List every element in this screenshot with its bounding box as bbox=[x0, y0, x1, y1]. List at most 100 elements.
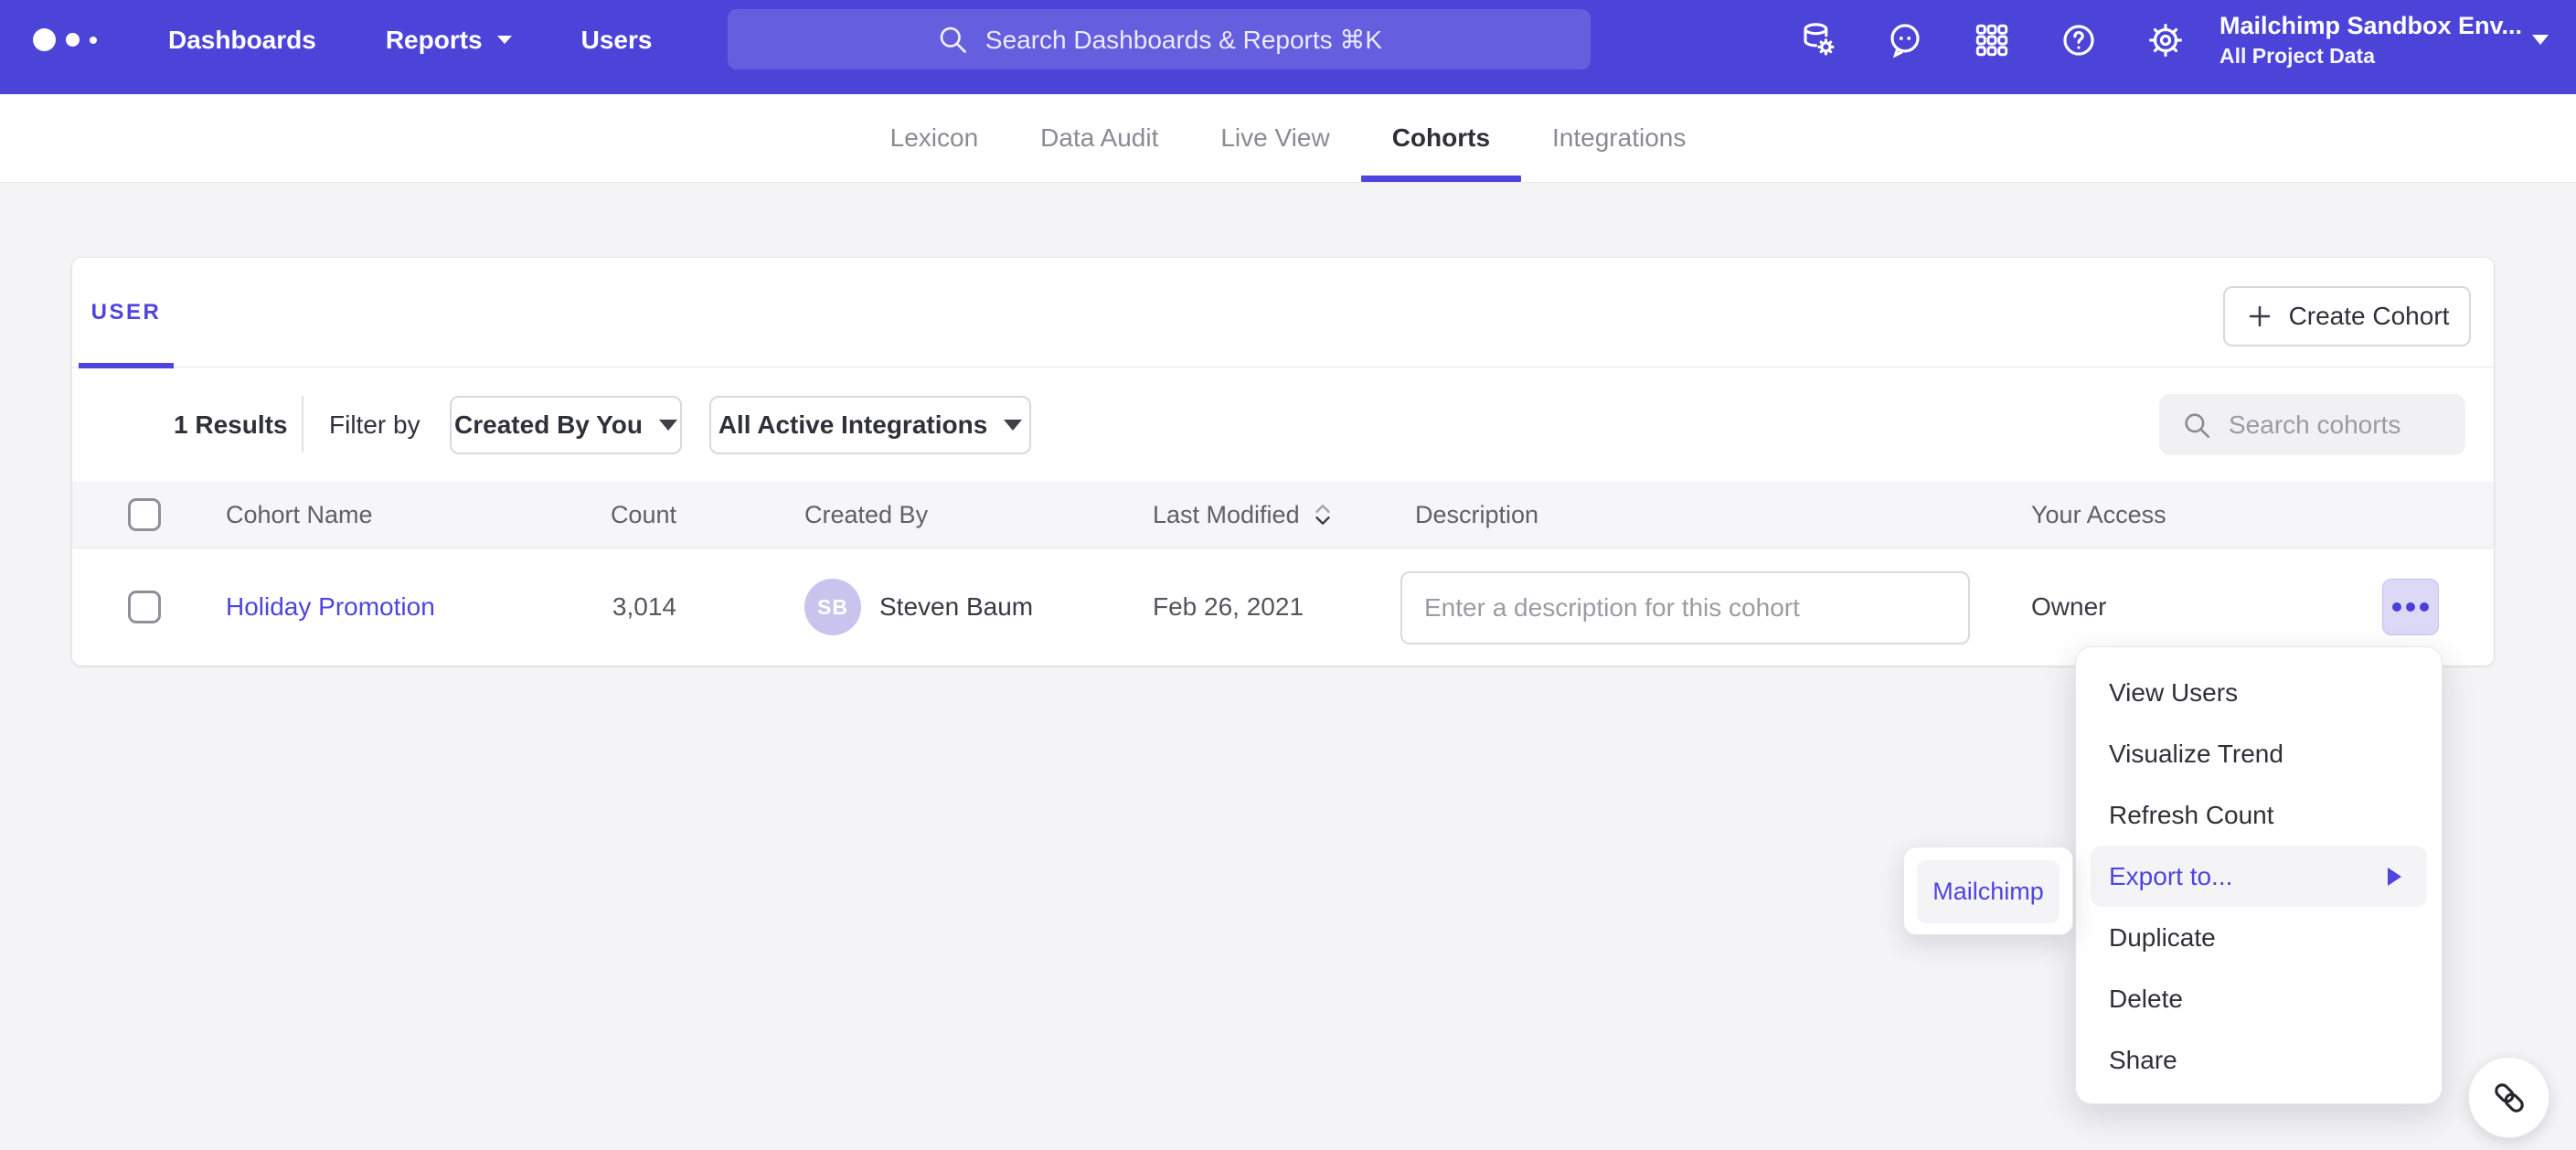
tab-integrations[interactable]: Integrations bbox=[1521, 94, 1717, 182]
help-icon[interactable] bbox=[2060, 21, 2098, 59]
active-tab-underline bbox=[1361, 176, 1521, 182]
menu-item-label: Share bbox=[2109, 1046, 2177, 1075]
search-cohorts-placeholder: Search cohorts bbox=[2229, 410, 2400, 440]
menu-item-refresh-count[interactable]: Refresh Count bbox=[2076, 784, 2442, 846]
tab-data-audit[interactable]: Data Audit bbox=[1009, 94, 1189, 182]
primary-nav-links: Dashboards Reports Users bbox=[133, 26, 687, 55]
access-level: Owner bbox=[2031, 592, 2106, 622]
integrations-filter-value: All Active Integrations bbox=[719, 410, 988, 440]
nav-item-dashboards[interactable]: Dashboards bbox=[133, 26, 351, 55]
search-icon bbox=[2181, 410, 2212, 441]
menu-item-visualize-trend[interactable]: Visualize Trend bbox=[2076, 723, 2442, 784]
logo-dot-large bbox=[33, 28, 56, 51]
cohort-name-link[interactable]: Holiday Promotion bbox=[226, 592, 435, 622]
column-header-description: Description bbox=[1415, 501, 1538, 529]
nav-item-users[interactable]: Users bbox=[547, 26, 687, 55]
tab-user-cohorts[interactable]: USER bbox=[79, 258, 174, 367]
nav-item-label: Reports bbox=[386, 26, 483, 55]
project-selector[interactable]: Mailchimp Sandbox Env... All Project Dat… bbox=[2219, 12, 2549, 69]
apps-grid-icon[interactable] bbox=[1973, 21, 2011, 59]
top-navigation-bar: Dashboards Reports Users Search Dashboar… bbox=[0, 0, 2576, 94]
menu-item-delete[interactable]: Delete bbox=[2076, 968, 2442, 1029]
menu-item-view-users[interactable]: View Users bbox=[2076, 662, 2442, 723]
cohort-type-tabbar: USER Create Cohort bbox=[72, 258, 2494, 367]
tab-cohorts[interactable]: Cohorts bbox=[1361, 94, 1521, 182]
chevron-down-icon bbox=[2532, 35, 2549, 45]
column-header-your-access: Your Access bbox=[2031, 501, 2166, 529]
filter-by-label: Filter by bbox=[329, 367, 420, 482]
tab-lexicon[interactable]: Lexicon bbox=[859, 94, 1010, 182]
logo-dot-small bbox=[90, 37, 97, 44]
divider bbox=[302, 396, 303, 453]
dot-icon bbox=[2392, 602, 2401, 612]
submenu-item-mailchimp[interactable]: Mailchimp bbox=[1917, 860, 2060, 923]
global-search-bar[interactable]: Search Dashboards & Reports ⌘K bbox=[728, 9, 1591, 69]
search-cohorts-input[interactable]: Search cohorts bbox=[2159, 394, 2465, 455]
logo-dot-medium bbox=[66, 33, 80, 47]
filter-toolbar: 1 Results Filter by Created By You All A… bbox=[72, 367, 2494, 482]
menu-item-label: Refresh Count bbox=[2109, 801, 2274, 830]
chevron-down-icon bbox=[497, 36, 512, 44]
avatar-initials: SB bbox=[817, 595, 848, 620]
plus-icon bbox=[2245, 302, 2274, 331]
create-cohort-label: Create Cohort bbox=[2289, 302, 2450, 331]
cohorts-panel: USER Create Cohort 1 Results Filter by C… bbox=[72, 258, 2494, 666]
link-icon bbox=[2489, 1078, 2529, 1118]
created-by-filter-value: Created By You bbox=[454, 410, 643, 440]
row-actions-context-menu: View Users Visualize Trend Refresh Count… bbox=[2075, 646, 2443, 1104]
mixpanel-logo[interactable] bbox=[33, 28, 133, 51]
submenu-arrow-icon bbox=[2388, 868, 2401, 886]
submenu-item-label: Mailchimp bbox=[1932, 878, 2044, 906]
menu-item-label: Export to... bbox=[2109, 862, 2232, 891]
project-name: Mailchimp Sandbox Env... bbox=[2219, 12, 2512, 40]
select-all-checkbox[interactable] bbox=[128, 498, 161, 531]
menu-item-export-to[interactable]: Export to... bbox=[2091, 846, 2427, 907]
search-icon bbox=[936, 23, 969, 56]
nav-item-reports[interactable]: Reports bbox=[351, 26, 547, 55]
copy-link-fab[interactable] bbox=[2468, 1057, 2549, 1138]
row-actions-button[interactable] bbox=[2382, 579, 2439, 635]
menu-item-label: Delete bbox=[2109, 985, 2183, 1014]
column-header-cohort-name[interactable]: Cohort Name bbox=[226, 501, 373, 529]
row-checkbox[interactable] bbox=[128, 591, 161, 623]
create-cohort-button[interactable]: Create Cohort bbox=[2223, 286, 2471, 346]
feedback-icon[interactable] bbox=[1886, 21, 1924, 59]
tab-live-view[interactable]: Live View bbox=[1189, 94, 1360, 182]
chevron-down-icon bbox=[659, 420, 677, 431]
data-management-subnav: Lexicon Data Audit Live View Cohorts Int… bbox=[0, 94, 2576, 183]
created-by-filter-dropdown[interactable]: Created By You bbox=[450, 396, 682, 454]
menu-item-label: View Users bbox=[2109, 678, 2238, 708]
project-selector-text: Mailchimp Sandbox Env... All Project Dat… bbox=[2219, 12, 2512, 69]
results-count: 1 Results bbox=[174, 367, 288, 482]
tab-label: Live View bbox=[1220, 123, 1329, 153]
tab-label: Cohorts bbox=[1392, 123, 1490, 153]
dot-icon bbox=[2406, 602, 2415, 612]
nav-item-label: Users bbox=[581, 26, 653, 55]
top-nav-icon-group bbox=[1799, 21, 2185, 59]
export-to-submenu: Mailchimp bbox=[1903, 847, 2073, 935]
column-header-created-by[interactable]: Created By bbox=[804, 501, 928, 529]
global-search-placeholder: Search Dashboards & Reports ⌘K bbox=[985, 25, 1382, 55]
last-modified-date: Feb 26, 2021 bbox=[1153, 592, 1304, 622]
dot-icon bbox=[2420, 602, 2429, 612]
project-scope: All Project Data bbox=[2219, 44, 2512, 69]
tab-label: Integrations bbox=[1552, 123, 1686, 153]
column-header-count[interactable]: Count bbox=[611, 501, 676, 529]
table-header-row: Cohort Name Count Created By Last Modifi… bbox=[72, 482, 2494, 548]
tab-label: Lexicon bbox=[890, 123, 979, 153]
tab-label: Data Audit bbox=[1040, 123, 1158, 153]
column-header-last-modified[interactable]: Last Modified bbox=[1153, 501, 1300, 529]
sort-icon[interactable] bbox=[1313, 502, 1333, 527]
integrations-filter-dropdown[interactable]: All Active Integrations bbox=[709, 396, 1031, 454]
menu-item-duplicate[interactable]: Duplicate bbox=[2076, 907, 2442, 968]
avatar: SB bbox=[804, 579, 861, 635]
chevron-down-icon bbox=[1004, 420, 1022, 431]
nav-item-label: Dashboards bbox=[168, 26, 316, 55]
menu-item-label: Duplicate bbox=[2109, 923, 2216, 953]
settings-gear-icon[interactable] bbox=[2146, 21, 2185, 59]
menu-item-label: Visualize Trend bbox=[2109, 740, 2283, 769]
cohort-count: 3,014 bbox=[612, 592, 676, 622]
data-management-icon[interactable] bbox=[1799, 21, 1837, 59]
menu-item-share[interactable]: Share bbox=[2076, 1029, 2442, 1091]
description-input[interactable] bbox=[1400, 571, 1970, 644]
